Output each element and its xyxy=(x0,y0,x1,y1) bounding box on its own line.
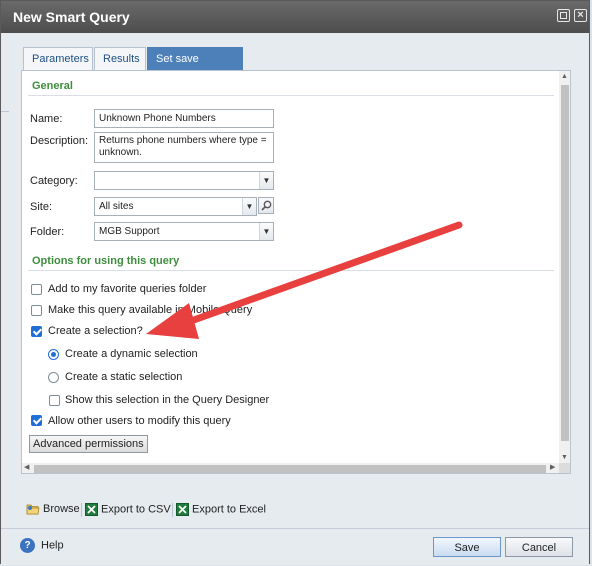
new-smart-query-dialog: New Smart Query × Parameters Results Set… xyxy=(0,0,590,565)
annotation-arrow xyxy=(146,221,463,339)
